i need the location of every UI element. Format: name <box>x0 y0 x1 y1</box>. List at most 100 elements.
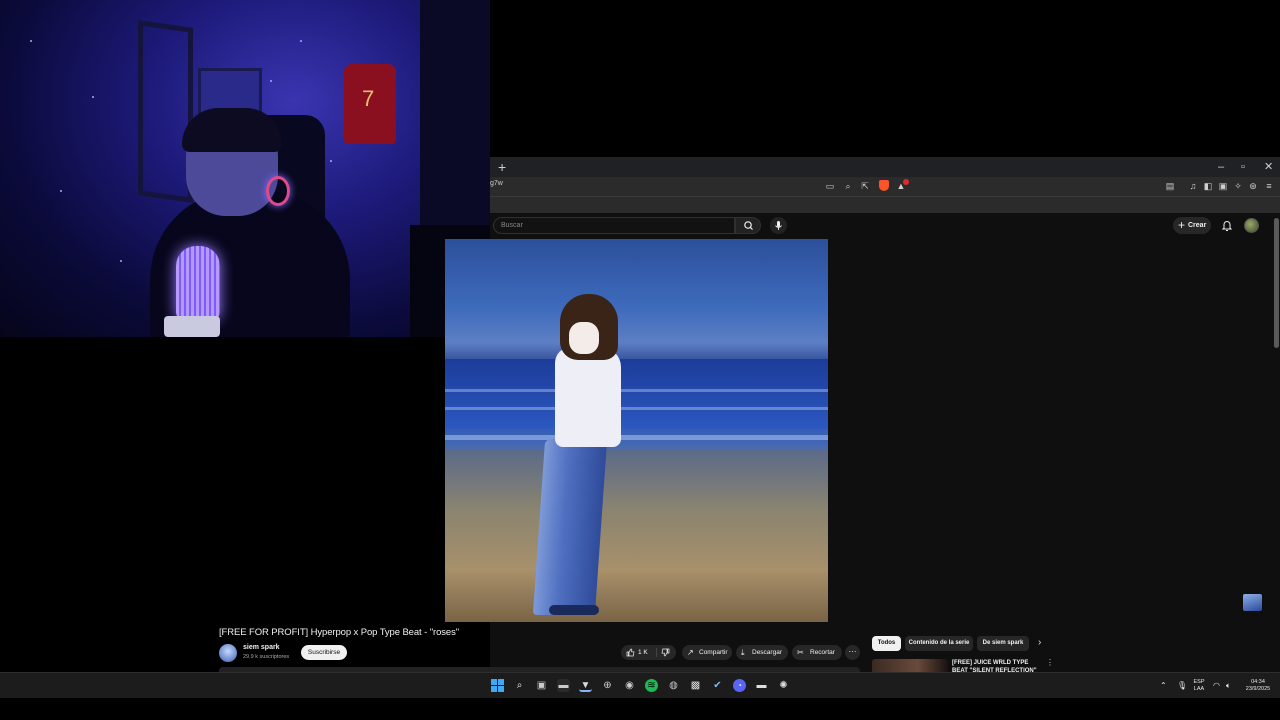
cast-icon[interactable]: ▭ <box>824 180 836 192</box>
like-count: 1 K <box>638 649 648 656</box>
rgb-microphone <box>176 246 220 320</box>
background-star <box>30 40 32 42</box>
zoom-icon[interactable]: ⌕ <box>842 180 854 192</box>
maximize-button[interactable]: ▫ <box>1241 160 1245 174</box>
video-title: [FREE FOR PROFIT] Hyperpop x Pop Type Be… <box>219 627 460 638</box>
recommendation-title[interactable]: [FREE] JUICE WRLD TYPE BEAT "SILENT REFL… <box>952 659 1044 672</box>
bookmarks-bar <box>490 196 1280 213</box>
close-button[interactable]: ✕ <box>1264 160 1273 174</box>
app-icon[interactable]: ◍ <box>667 679 680 692</box>
chatgpt-icon[interactable]: ✺ <box>777 679 790 692</box>
streamer-hair <box>182 108 282 152</box>
chip-all[interactable]: Todos <box>872 636 901 651</box>
app-icon[interactable]: ▩ <box>689 679 702 692</box>
recommendation-menu-button[interactable]: ⋮ <box>1046 658 1054 667</box>
video-player[interactable] <box>445 239 828 622</box>
floating-thumbnail[interactable] <box>1243 594 1262 611</box>
download-icon: ⤓ <box>741 648 745 657</box>
chevron-right-icon[interactable]: › <box>1038 637 1041 648</box>
clock-date: 23/9/2025 <box>1245 686 1271 692</box>
figure-sweater <box>555 347 621 447</box>
app-icon[interactable]: ◉ <box>623 679 636 692</box>
clock[interactable]: 04:34 23/9/2025 <box>1238 679 1278 693</box>
spotify-icon[interactable]: ≋ <box>645 679 658 692</box>
recommendation-thumbnail[interactable] <box>872 659 948 672</box>
figure-face <box>569 322 599 354</box>
account-avatar[interactable] <box>1244 218 1259 233</box>
download-label: Descargar <box>752 649 782 656</box>
share-page-icon[interactable]: ⇱ <box>859 180 871 192</box>
like-button[interactable]: 1 K <box>621 645 656 660</box>
task-view-icon[interactable]: ▣ <box>535 679 548 692</box>
language-code: ESP <box>1193 679 1205 685</box>
create-button[interactable]: + Crear <box>1173 217 1211 234</box>
wave <box>445 407 828 410</box>
volume-icon[interactable]: 🔈︎ <box>1226 681 1231 691</box>
wallet-icon[interactable]: ▣ <box>1217 180 1229 192</box>
windows-icon <box>491 679 504 692</box>
dislike-button[interactable] <box>657 645 676 660</box>
app-icon[interactable]: ⊕ <box>601 679 614 692</box>
app-icon[interactable]: ▬ <box>755 679 768 692</box>
clip-label: Recortar <box>810 649 835 656</box>
scrollbar-thumb[interactable] <box>1274 218 1279 348</box>
app-icon[interactable]: ✔ <box>711 679 724 692</box>
microphone-stand <box>164 316 220 337</box>
background-star <box>92 96 94 98</box>
share-icon: ↗ <box>687 648 694 657</box>
search-taskbar-icon[interactable]: ⌕ <box>513 679 526 692</box>
subscriber-count: 29.9 k suscriptores <box>243 654 290 660</box>
minimize-button[interactable]: – <box>1218 160 1224 174</box>
voice-search-button[interactable] <box>770 217 787 234</box>
chip-series[interactable]: Contenido de la serie <box>905 636 973 651</box>
more-actions-button[interactable]: ··· <box>845 645 860 660</box>
taskbar: ⌕ ▣ ▬ ▼ ⊕ ◉ ≋ ◍ ▩ ✔ ◔ ▬ ✺ ⌃ 🎙︎ ESP LAA ◠… <box>0 672 1280 698</box>
plus-icon: + <box>1178 218 1186 232</box>
bell-icon <box>1221 221 1233 231</box>
sidebar-icon[interactable]: ▤ <box>1164 180 1176 192</box>
split-view-icon[interactable]: ◧ <box>1202 180 1214 192</box>
screen: 7 + – ▫ ✕ g7w ▭ ⌕ ⇱ ▲ ▤ ♫ ◧ ▣ ✧ ⊛ ≡ Busc… <box>0 0 1280 720</box>
wave <box>445 389 828 392</box>
clip-button[interactable]: ✂ Recortar <box>792 645 842 660</box>
thumbs-down-icon <box>661 648 670 657</box>
background-star <box>300 40 302 42</box>
chevron-up-icon[interactable]: ⌃ <box>1160 681 1167 690</box>
webcam-overlay: 7 <box>0 0 490 337</box>
notifications-button[interactable] <box>1220 218 1234 233</box>
room-window <box>138 20 193 203</box>
search-button[interactable] <box>735 217 761 234</box>
vpn-icon[interactable]: ⊛ <box>1247 180 1259 192</box>
background-star <box>120 260 122 262</box>
background-star <box>330 160 332 162</box>
chip-channel[interactable]: De siem spark <box>977 636 1029 651</box>
wifi-icon[interactable]: ◠ <box>1213 681 1220 690</box>
address-bar[interactable]: g7w ▭ ⌕ ⇱ ▲ ▤ ♫ ◧ ▣ ✧ ⊛ ≡ <box>490 177 1280 196</box>
media-icon[interactable]: ♫ <box>1187 180 1199 192</box>
share-button[interactable]: ↗ Compartir <box>682 645 732 660</box>
channel-name[interactable]: siem spark <box>243 644 280 651</box>
subscribe-button[interactable]: Suscribirse <box>301 645 347 660</box>
browser-app-icon[interactable]: ▼ <box>579 679 592 692</box>
wall-jersey: 7 <box>344 64 396 144</box>
brave-shields-icon[interactable] <box>879 180 889 191</box>
youtube-header: Buscar + Crear <box>490 214 1274 238</box>
discord-icon[interactable]: ◔ <box>733 679 746 692</box>
new-tab-button[interactable]: + <box>498 159 506 175</box>
url-text[interactable]: g7w <box>490 180 503 187</box>
channel-avatar[interactable] <box>219 644 237 662</box>
search-icon <box>744 221 753 230</box>
search-input[interactable]: Buscar <box>493 217 735 234</box>
start-button[interactable] <box>491 679 504 692</box>
terminal-icon[interactable]: ▬ <box>557 679 570 692</box>
microphone-tray-icon[interactable]: 🎙︎ <box>1177 681 1187 690</box>
background-star <box>270 80 272 82</box>
screen-bottom-edge <box>0 698 1280 720</box>
download-button[interactable]: ⤓ Descargar <box>736 645 788 660</box>
language-indicator[interactable]: ESP LAA <box>1190 679 1208 693</box>
headset-light <box>266 176 290 206</box>
sea <box>445 359 828 429</box>
menu-icon[interactable]: ≡ <box>1263 180 1275 192</box>
scissors-icon: ✂ <box>797 648 804 657</box>
leo-ai-icon[interactable]: ✧ <box>1232 180 1244 192</box>
